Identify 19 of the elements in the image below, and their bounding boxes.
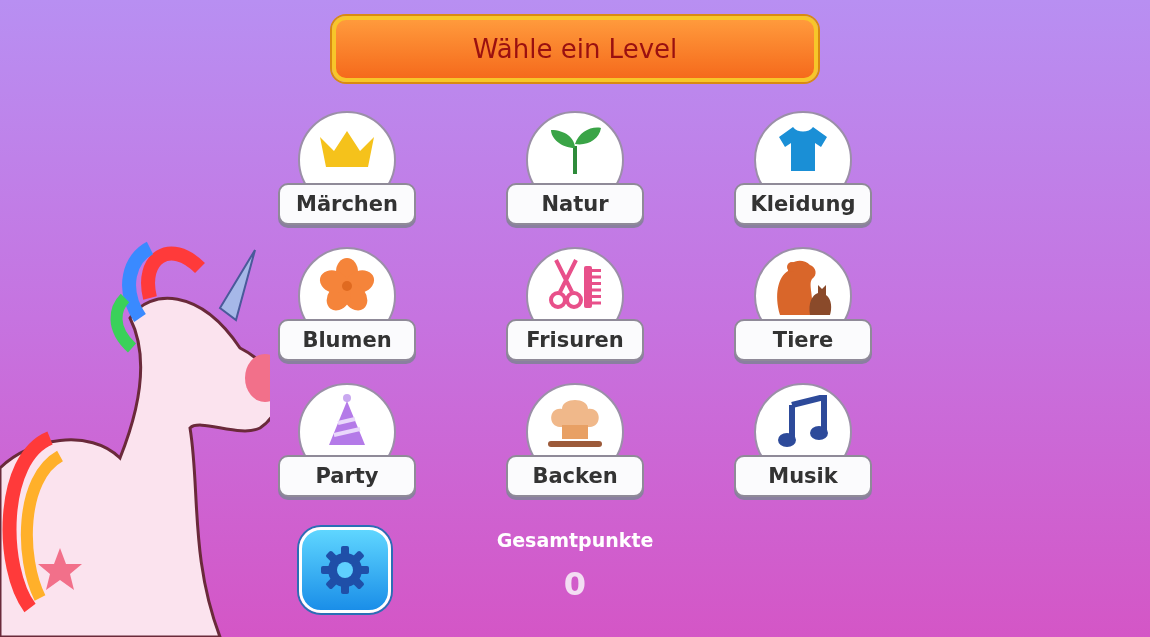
level-button[interactable]: Tiere xyxy=(734,319,872,361)
music-note-icon xyxy=(778,395,828,447)
settings-button[interactable] xyxy=(299,527,391,613)
level-button[interactable]: Natur xyxy=(506,183,644,225)
flower-icon xyxy=(319,258,375,312)
scissors-comb-icon xyxy=(546,258,604,312)
settings-icon xyxy=(319,544,371,596)
level-button[interactable]: Party xyxy=(278,455,416,497)
score-label: Gesamtpunkte xyxy=(496,529,654,551)
level-button[interactable]: Frisuren xyxy=(506,319,644,361)
level-button[interactable]: Blumen xyxy=(278,319,416,361)
level-button[interactable]: Musik xyxy=(734,455,872,497)
level-button[interactable]: Backen xyxy=(506,455,644,497)
shirt-icon xyxy=(777,125,829,173)
level-button[interactable]: Kleidung xyxy=(734,183,872,225)
title-banner: Wähle ein Level xyxy=(332,16,818,82)
level-button[interactable]: Märchen xyxy=(278,183,416,225)
score-value: 0 xyxy=(563,565,587,603)
crown-icon xyxy=(318,129,376,169)
